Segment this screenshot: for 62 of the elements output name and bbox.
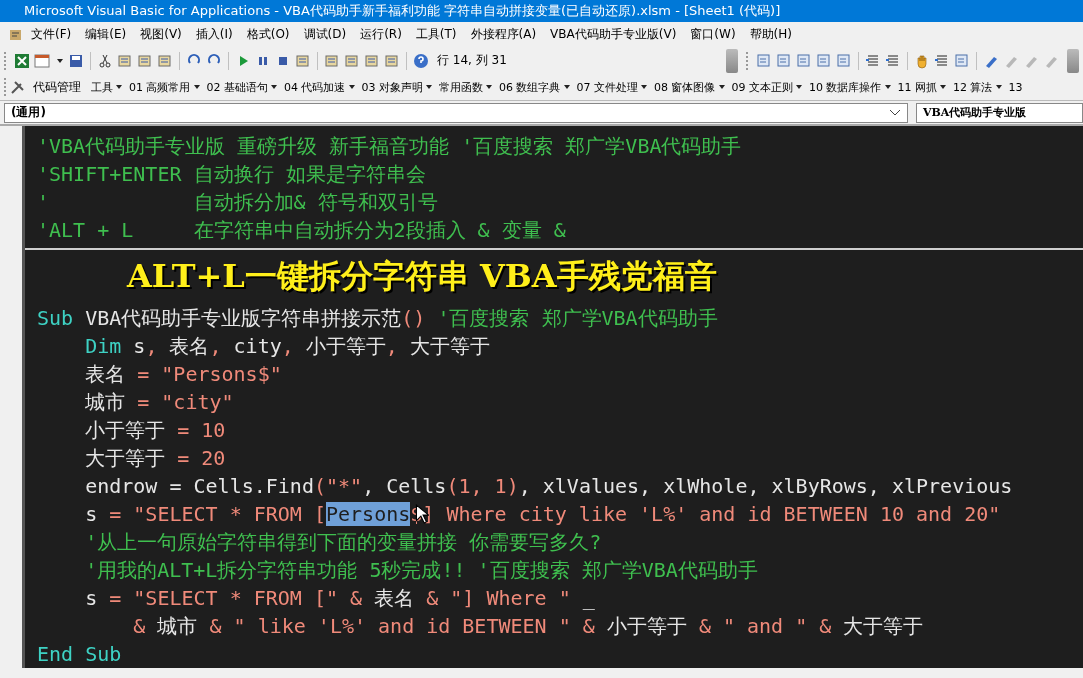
- dropdown-menu[interactable]: 04 代码加速: [281, 79, 359, 95]
- menu-item[interactable]: 外接程序(A): [463, 26, 544, 44]
- object-dropdown[interactable]: (通用): [4, 102, 908, 123]
- dropdown-menu[interactable]: 09 文本正则: [728, 79, 806, 95]
- window-title: Microsoft Visual Basic for Applications - VBA代码助手新手福利功能 字符串自动拼接变量(已自动还原).xlsm - [Sheet1 (代码)]: [0, 0, 1083, 22]
- code-line: ' 自动拆分加& 符号和双引号: [37, 189, 439, 217]
- help-icon[interactable]: [413, 52, 429, 69]
- code-line: '从上一句原始字符串得到下面的变量拼接 你需要写多久?: [84, 529, 603, 557]
- cursor-position: 行 14, 列 31: [437, 52, 507, 70]
- menu-item[interactable]: 格式(O): [239, 26, 297, 44]
- excel-icon[interactable]: [14, 52, 30, 69]
- code-line: 城市 = "city": [84, 389, 235, 417]
- code-management-button[interactable]: 代码管理: [26, 78, 88, 96]
- code-line: 小于等于 = 10: [84, 417, 227, 445]
- menu-item[interactable]: 帮助(H): [742, 26, 799, 44]
- hand-icon[interactable]: [914, 52, 930, 69]
- form-icon[interactable]: [34, 52, 50, 69]
- menu-item[interactable]: 编辑(E): [78, 26, 134, 44]
- dropdown-menu[interactable]: 12 算法: [950, 79, 1006, 95]
- tools-icon: [10, 79, 26, 96]
- dropdown-menu[interactable]: 常用函数: [436, 79, 496, 95]
- code-line: s = "SELECT * FROM [" & 表名 & "] Where " _: [84, 585, 596, 613]
- indent-icon[interactable]: [865, 52, 881, 69]
- code-line: 'VBA代码助手专业版 重磅升级 新手福音功能 '百度搜索 郑广学VBA代码助手: [37, 133, 743, 161]
- procedure-dropdown[interactable]: VBA代码助手专业版: [916, 102, 1083, 123]
- dropdown-menu[interactable]: 01 高频常用: [126, 79, 204, 95]
- menu-item[interactable]: VBA代码助手专业版(V): [543, 26, 684, 44]
- menu-item[interactable]: 工具(T): [408, 26, 464, 44]
- dropdown-menu[interactable]: 13: [1005, 80, 1026, 94]
- code-line: Dim s, 表名, city, 小于等于, 大于等于: [84, 333, 491, 361]
- banner-caption: ALT+L一键拆分字符串 VBA手残党福音: [127, 256, 717, 298]
- dropdown-menu[interactable]: 11 网抓: [894, 79, 950, 95]
- code-line: 大于等于 = 20: [84, 445, 227, 473]
- chevron-down-icon: [889, 108, 901, 117]
- menu-item[interactable]: 窗口(W): [683, 26, 743, 44]
- dropdown-menu[interactable]: 06 数组字典: [496, 79, 574, 95]
- outdent-icon[interactable]: [885, 52, 901, 69]
- menu-item[interactable]: 文件(F): [24, 26, 79, 44]
- save-icon[interactable]: [68, 52, 84, 69]
- dropdown-menu[interactable]: 10 数据库操作: [806, 79, 895, 95]
- caret-icon[interactable]: [56, 56, 64, 65]
- dropdown-menu[interactable]: 02 基础语句: [203, 79, 281, 95]
- menu-item[interactable]: 视图(V): [133, 26, 189, 44]
- code-line: & 城市 & " like 'L%' and id BETWEEN " & 小于等于 & " and " & 大于等于: [132, 613, 925, 641]
- code-line: 表名 = "Persons$": [84, 361, 283, 389]
- menu-item[interactable]: 插入(I): [188, 26, 240, 44]
- lines-icon[interactable]: [934, 52, 950, 69]
- code-line: End Sub: [37, 641, 123, 669]
- code-line: '用我的ALT+L拆分字符串功能 5秒完成!! '百度搜索 郑广学VBA代码助手: [84, 557, 759, 585]
- menu-item[interactable]: 运行(R): [353, 26, 409, 44]
- dropdown-menu[interactable]: 07 文件处理: [573, 79, 651, 95]
- dropdown-menu[interactable]: 03 对象声明: [358, 79, 436, 95]
- code-line: 'SHIFT+ENTER 自动换行 如果是字符串会: [37, 161, 427, 189]
- code-line: 'ALT + L 在字符串中自动拆分为2段插入 & 变量 &: [37, 217, 567, 245]
- code-line: Sub VBA代码助手专业版字符串拼接示范() '百度搜索 郑广学VBA代码助手: [37, 305, 719, 333]
- code-line: endrow = Cells.Find("*", Cells(1, 1), xlValues, xlWhole, xlByRows, xlPrevious: [84, 473, 1014, 501]
- menu-item[interactable]: 调试(D): [296, 26, 354, 44]
- cut-icon[interactable]: [97, 52, 113, 69]
- dropdown-menu[interactable]: 工具: [88, 79, 126, 95]
- dropdown-menu[interactable]: 08 窗体图像: [651, 79, 729, 95]
- toolbar-overflow-handle[interactable]: [1067, 48, 1079, 73]
- toolbar-overflow-handle[interactable]: [726, 48, 738, 73]
